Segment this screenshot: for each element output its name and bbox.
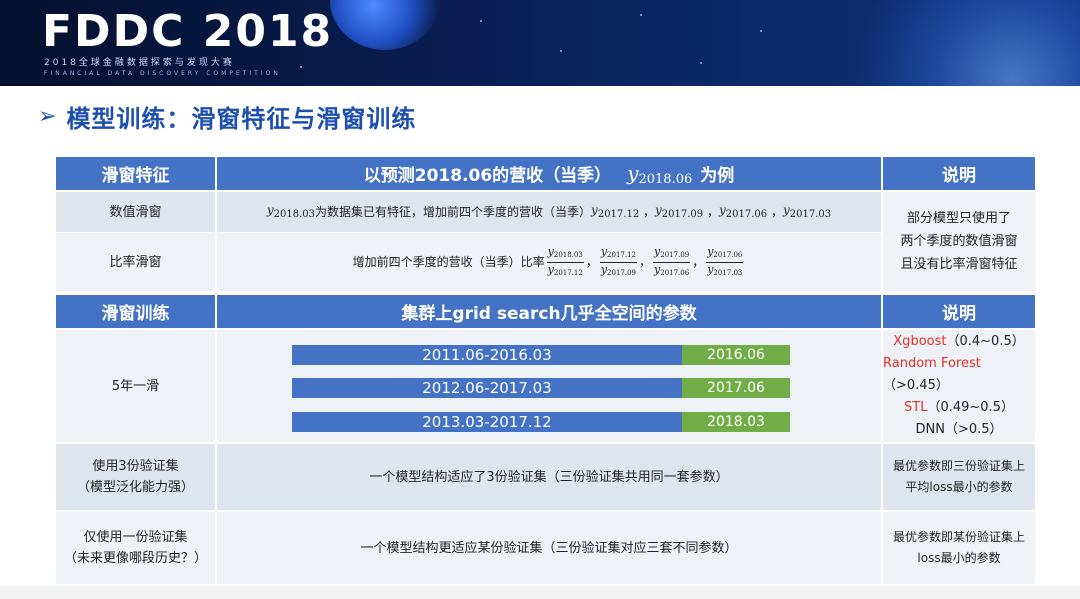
row-desc-one-val: 一个模型结构更适应某份验证集（三份验证集对应三套不同参数） xyxy=(217,512,881,584)
note-three-val: 最优参数即三份验证集上 平均loss最小的参数 xyxy=(883,444,1035,510)
logo-fddc-2018: FDDC 2018 xyxy=(42,6,334,57)
train-period-1: 2011.06-2016.03 xyxy=(292,345,682,365)
earth-glow-graphic xyxy=(820,0,1080,86)
row-label-three-val: 使用3份验证集 （模型泛化能力强） xyxy=(56,444,215,510)
header-math-y: y2018.06 xyxy=(627,160,693,187)
header-prediction-example: 以预测2018.06的营收（当季） y2018.06 为例 xyxy=(217,157,881,190)
logo-subtitle-en: FINANCIAL DATA DISCOVERY COMPETITION xyxy=(44,70,281,77)
note-dnn: DNN（>0.5） xyxy=(915,422,1003,437)
header-sliding-feature: 滑窗特征 xyxy=(56,157,215,190)
row-desc-value-window: y2018.03 为数据集已有特征，增加前四个季度的营收（当季） y2017.1… xyxy=(217,192,881,232)
note-one-val: 最优参数即某份验证集上 loss最小的参数 xyxy=(883,512,1035,584)
note-random-forest: Random Forest（>0.45） xyxy=(883,356,981,393)
header-grid-search: 集群上grid search几乎全空间的参数 xyxy=(217,295,881,328)
val-period-1: 2016.06 xyxy=(682,345,790,365)
timeline-bar-1: 2011.06-2016.03 2016.06 xyxy=(292,345,790,365)
row-label-one-val: 仅使用一份验证集 （未来更像哪段历史？） xyxy=(56,512,215,584)
timeline-bar-3: 2013.03-2017.12 2018.03 xyxy=(292,412,790,432)
footer-strip xyxy=(0,586,1080,599)
header-sliding-training: 滑窗训练 xyxy=(56,295,215,328)
train-period-2: 2012.06-2017.03 xyxy=(292,378,682,398)
header-note-1: 说明 xyxy=(883,157,1035,190)
header-note-2: 说明 xyxy=(883,295,1035,328)
row-label-value-window: 数值滑窗 xyxy=(56,192,215,232)
note-sliding-feature: 部分模型只使用了 两个季度的数值滑窗 且没有比率滑窗特征 xyxy=(883,192,1035,291)
note-model-params: Xgboost（0.4~0.5） Random Forest（>0.45） ST… xyxy=(883,330,1035,442)
slide-title: ➢ 模型训练：滑窗特征与滑窗训练 xyxy=(38,98,416,134)
note-stl: STL（0.49~0.5） xyxy=(904,400,1014,415)
row-desc-three-val: 一个模型结构适应了3份验证集（三份验证集共用同一套参数） xyxy=(217,444,881,510)
arrow-bullet-icon: ➢ xyxy=(38,103,57,129)
val-period-3: 2018.03 xyxy=(682,412,790,432)
row-desc-ratio-window: 增加前四个季度的营收（当季）比率 y2018.03 y2017.12， y2017… xyxy=(217,233,881,291)
row-label-five-year: 5年一滑 xyxy=(56,330,215,442)
note-xgboost: Xgboost（0.4~0.5） xyxy=(893,334,1025,349)
train-period-3: 2013.03-2017.12 xyxy=(292,412,682,432)
val-period-2: 2017.06 xyxy=(682,378,790,398)
row-label-ratio-window: 比率滑窗 xyxy=(56,233,215,291)
logo-subtitle: 2018全球金融数据探索与发现大赛 xyxy=(44,58,235,68)
banner: FDDC 2018 2018全球金融数据探索与发现大赛 FINANCIAL DA… xyxy=(0,0,1080,86)
slide-title-text: 模型训练：滑窗特征与滑窗训练 xyxy=(66,104,417,133)
planet-graphic xyxy=(330,0,440,50)
timeline-bar-2: 2012.06-2017.03 2017.06 xyxy=(292,378,790,398)
